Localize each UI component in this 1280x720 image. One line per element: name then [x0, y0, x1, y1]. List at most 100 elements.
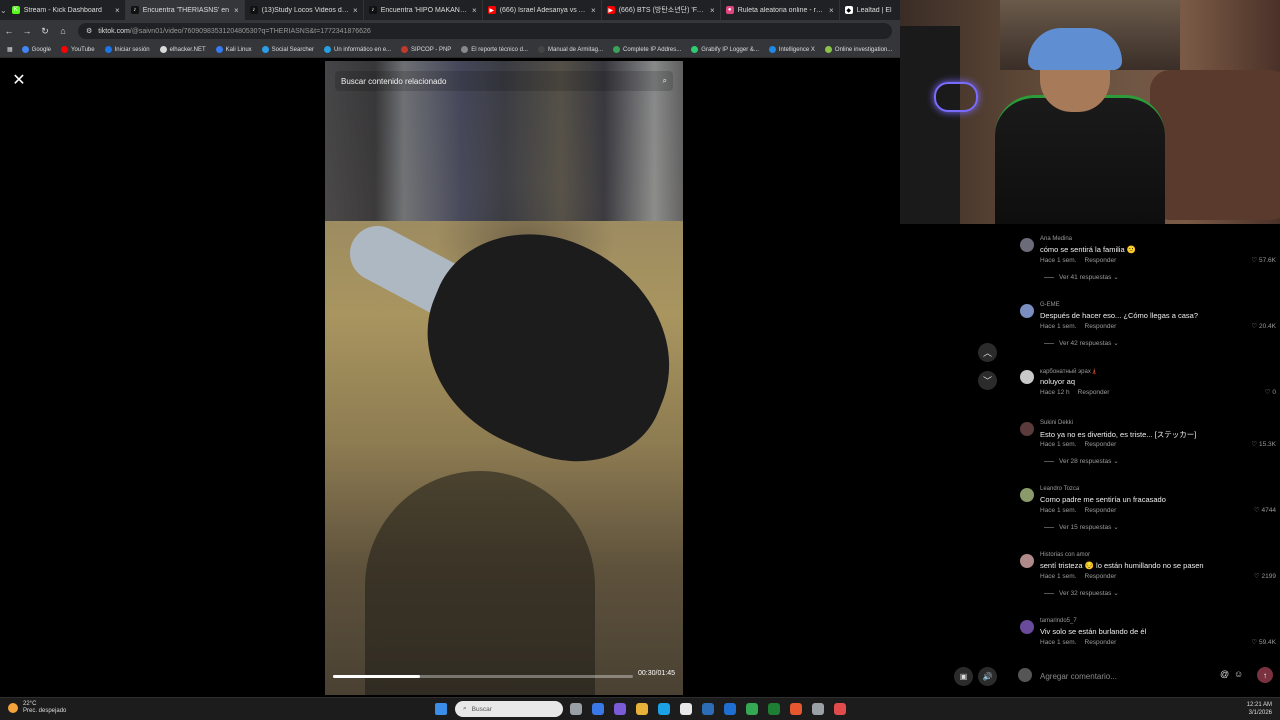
avatar[interactable]: [1020, 304, 1034, 318]
reply-link[interactable]: Responder: [1085, 507, 1117, 514]
like-count[interactable]: ♡ 20.4K: [1251, 322, 1276, 330]
comment-input[interactable]: Agregar comentario...: [1040, 667, 1230, 685]
search-icon[interactable]: ⌕: [663, 76, 667, 86]
site-info-icon[interactable]: ⚙: [86, 27, 92, 35]
view-replies-button[interactable]: Ver 41 respuestas ⌄: [1044, 273, 1119, 281]
bookmark-item[interactable]: Iniciar sesión: [101, 46, 154, 53]
close-tab-icon[interactable]: ×: [353, 6, 358, 15]
bookmark-item[interactable]: SIPCOP - PNP: [397, 46, 455, 53]
browser-tab[interactable]: ♪Encuentra 'HIPO MAKANAOKI' ×: [364, 0, 483, 20]
bookmark-item[interactable]: Intelligence X: [765, 46, 819, 53]
browser-tab[interactable]: ▶(666) Israel Adesanya vs Alex P ×: [483, 0, 602, 20]
avatar[interactable]: [1020, 554, 1034, 568]
taskbar-app-icon[interactable]: [746, 703, 758, 715]
close-tab-icon[interactable]: ×: [234, 6, 239, 15]
taskbar-app-icon[interactable]: [636, 703, 648, 715]
bookmark-item[interactable]: elhacker.NET: [156, 46, 210, 53]
view-replies-button[interactable]: Ver 32 respuestas ⌄: [1044, 589, 1119, 597]
taskbar-app-icon[interactable]: [790, 703, 802, 715]
bookmark-item[interactable]: Google: [18, 46, 55, 53]
forward-icon[interactable]: →: [18, 20, 36, 42]
taskbar-app-icon[interactable]: [680, 703, 692, 715]
home-icon[interactable]: ⌂: [54, 20, 72, 42]
comment-author[interactable]: карбонатный эрах🗼: [1040, 368, 1098, 375]
taskbar-app-icon[interactable]: [570, 703, 582, 715]
next-video-button[interactable]: ﹀: [978, 371, 997, 390]
bookmark-item[interactable]: YouTube: [57, 46, 99, 53]
view-replies-button[interactable]: Ver 42 respuestas ⌄: [1044, 339, 1119, 347]
browser-tab[interactable]: ♪ Encuentra 'THERIASNS' en ×: [125, 0, 245, 20]
close-tab-icon[interactable]: ×: [472, 6, 477, 15]
avatar[interactable]: [1020, 620, 1034, 634]
close-icon[interactable]: ✕: [9, 70, 29, 90]
bookmark-item[interactable]: Un informático en e...: [320, 46, 395, 53]
comment-author[interactable]: Ana Medina: [1040, 236, 1072, 242]
taskbar-app-icon[interactable]: [724, 703, 736, 715]
comment-author[interactable]: tamarindo5_7: [1040, 618, 1077, 624]
close-tab-icon[interactable]: ×: [115, 6, 120, 15]
comment-author[interactable]: G-EME: [1040, 302, 1060, 308]
taskbar-app-icon[interactable]: [614, 703, 626, 715]
avatar[interactable]: [1020, 422, 1034, 436]
apps-icon[interactable]: ▦: [4, 46, 16, 53]
taskbar-search[interactable]: ⌕ Buscar: [455, 701, 563, 717]
comment-author[interactable]: Historias con amor: [1040, 552, 1090, 558]
like-count[interactable]: ♡ 0: [1265, 388, 1276, 396]
close-tab-icon[interactable]: ×: [591, 6, 596, 15]
browser-tab[interactable]: ▶(666) BTS (방탄소년단) 'FAKE L ×: [602, 0, 721, 20]
taskbar-app-icon[interactable]: [658, 703, 670, 715]
reply-link[interactable]: Responder: [1085, 441, 1117, 448]
view-replies-button[interactable]: Ver 15 respuestas ⌄: [1044, 523, 1119, 531]
address-bar[interactable]: ⚙ tiktok.com/@saivn01/video/760909835312…: [78, 23, 892, 39]
like-count[interactable]: ♡ 57.6K: [1251, 256, 1276, 264]
video-progress-bar[interactable]: [333, 675, 633, 678]
related-search-bar[interactable]: Buscar contenido relacionado ⌕: [335, 71, 673, 91]
comment-author[interactable]: Sukini Dekki: [1040, 420, 1073, 426]
previous-video-button[interactable]: ︿: [978, 343, 997, 362]
taskbar-app-icon[interactable]: [834, 703, 846, 715]
bookmark-item[interactable]: Social Searcher: [258, 46, 318, 53]
mention-icon[interactable]: @: [1220, 669, 1229, 679]
taskbar-app-icon[interactable]: [702, 703, 714, 715]
send-button[interactable]: ↑: [1257, 667, 1273, 683]
like-count[interactable]: ♡ 4744: [1254, 506, 1276, 514]
taskbar-app-icon[interactable]: [768, 703, 780, 715]
browser-tab[interactable]: K Stream - Kick Dashboard ×: [7, 0, 126, 20]
bookmark-item[interactable]: Grabify IP Logger &...: [687, 46, 763, 53]
comment-author[interactable]: Leandro Tozca: [1040, 486, 1079, 492]
windows-start-icon[interactable]: [435, 703, 447, 715]
browser-tab[interactable]: ● Ruleta aleatoria online - ruleta ×: [721, 0, 840, 20]
avatar[interactable]: [1020, 238, 1034, 252]
close-tab-icon[interactable]: ×: [710, 6, 715, 15]
back-icon[interactable]: ←: [0, 20, 18, 42]
video-player[interactable]: Buscar contenido relacionado ⌕ 00:30/01:…: [325, 61, 683, 695]
system-clock[interactable]: 12:21 AM 3/1/2026: [1247, 701, 1272, 717]
bookmark-item[interactable]: Online investigation...: [821, 46, 896, 53]
browser-tab[interactable]: ♪ (13)Study Locos Videos de Do ×: [245, 0, 364, 20]
floating-player-button[interactable]: ▣: [954, 667, 973, 686]
volume-button[interactable]: 🔊: [978, 667, 997, 686]
reply-link[interactable]: Responder: [1085, 639, 1117, 646]
bookmark-item[interactable]: Manual de Armitag...: [534, 46, 607, 53]
bookmark-item[interactable]: Complete IP Addres...: [609, 46, 685, 53]
view-replies-button[interactable]: Ver 28 respuestas ⌄: [1044, 457, 1119, 465]
avatar[interactable]: [1020, 370, 1034, 384]
reply-link[interactable]: Responder: [1085, 573, 1117, 580]
reload-icon[interactable]: ↻: [36, 20, 54, 42]
close-tab-icon[interactable]: ×: [829, 6, 834, 15]
like-count[interactable]: ♡ 59.4K: [1251, 638, 1276, 646]
avatar[interactable]: [1020, 488, 1034, 502]
bookmark-item[interactable]: El reporte técnico d...: [457, 46, 532, 53]
tab-search-icon[interactable]: ⌄: [0, 0, 7, 20]
bookmark-label: SIPCOP - PNP: [411, 46, 452, 53]
reply-link[interactable]: Responder: [1085, 323, 1117, 330]
bookmark-item[interactable]: Kali Linux: [212, 46, 256, 53]
reply-link[interactable]: Responder: [1085, 257, 1117, 264]
taskbar-app-icon[interactable]: [812, 703, 824, 715]
like-count[interactable]: ♡ 15.3K: [1251, 440, 1276, 448]
like-count[interactable]: ♡ 2199: [1254, 572, 1276, 580]
taskbar-app-icon[interactable]: [592, 703, 604, 715]
weather-widget[interactable]: 22°C Prec. despejado: [8, 701, 66, 715]
emoji-icon[interactable]: ☺: [1234, 669, 1243, 679]
reply-link[interactable]: Responder: [1078, 389, 1110, 396]
